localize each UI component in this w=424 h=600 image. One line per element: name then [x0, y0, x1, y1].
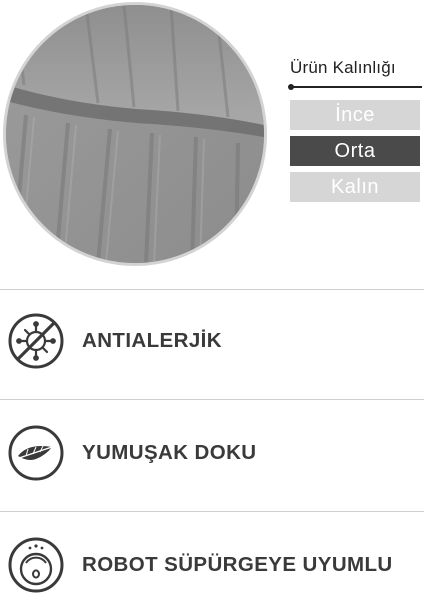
feature-label: ROBOT SÜPÜRGEYE UYUMLU — [82, 553, 393, 576]
feature-soft-texture: YUMUŞAK DOKU — [6, 418, 424, 488]
feature-label: ANTIALERJİK — [82, 329, 222, 352]
feature-robot-vacuum: ROBOT SÜPÜRGEYE UYUMLU — [6, 530, 424, 600]
thickness-divider — [288, 84, 422, 90]
thickness-option-thick[interactable]: Kalın — [290, 172, 420, 202]
product-photo — [3, 2, 267, 266]
thickness-title: Ürün Kalınlığı — [290, 58, 396, 77]
anti-allergen-icon — [8, 313, 64, 369]
thickness-option-medium[interactable]: Orta — [290, 136, 420, 166]
robot-vacuum-icon — [8, 537, 64, 593]
feature-label: YUMUŞAK DOKU — [82, 441, 257, 464]
feature-antiallergen: ANTIALERJİK — [6, 306, 424, 376]
grey-towel-photo — [6, 5, 264, 263]
feather-icon — [8, 425, 64, 481]
section-divider — [0, 511, 424, 512]
thickness-option-thin[interactable]: İnce — [290, 100, 420, 130]
section-divider — [0, 289, 424, 290]
section-divider — [0, 399, 424, 400]
thickness-selector: Ürün Kalınlığı İnce Orta Kalın — [288, 58, 422, 202]
